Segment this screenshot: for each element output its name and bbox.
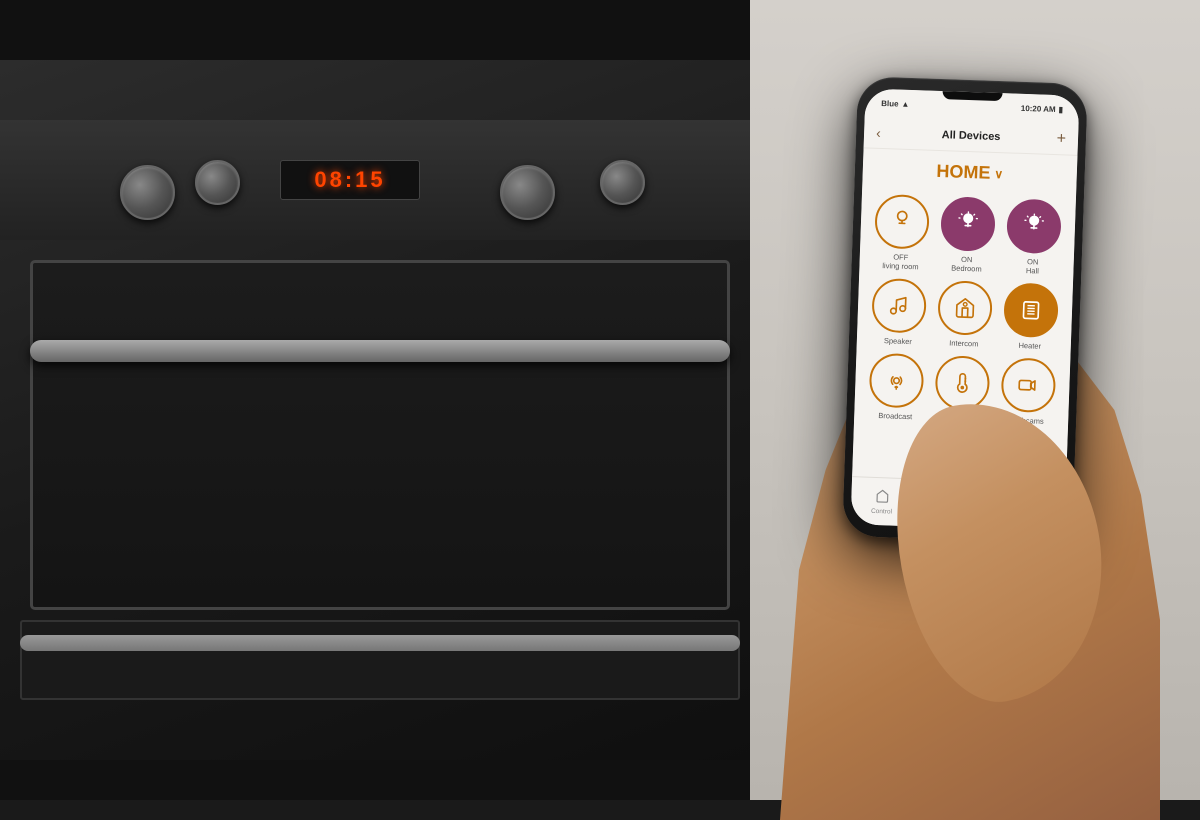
light-on-bedroom-icon [957, 210, 980, 239]
oven-drawer-handle [20, 635, 740, 651]
device-icon-heater [1003, 282, 1059, 338]
device-item-heater[interactable]: Heater [1001, 282, 1061, 351]
nav-item-control[interactable]: Control [871, 488, 893, 515]
oven-knob-3 [195, 160, 240, 205]
nav-label-control: Control [871, 507, 892, 515]
back-button[interactable]: ‹ [876, 124, 881, 140]
device-label-hall: ONHall [1026, 257, 1040, 275]
time-display: 10:20 AM [1021, 103, 1056, 113]
device-label-broadcast: Broadcast [878, 411, 912, 421]
device-icon-broadcast [869, 353, 925, 409]
device-item-broadcast[interactable]: Broadcast [866, 353, 927, 431]
device-label-bedroom: ONBedroom [951, 255, 982, 274]
device-item-light-bedroom[interactable]: ONBedroom [937, 196, 998, 274]
oven-door [30, 260, 730, 610]
oven-knob-2 [500, 165, 555, 220]
app-header-title: All Devices [942, 129, 1001, 143]
device-icon-speaker [871, 278, 927, 334]
light-on-hall-icon [1022, 212, 1045, 241]
oven-display: 08:15 [280, 160, 420, 200]
oven-knob-4 [600, 160, 645, 205]
device-item-speaker[interactable]: Speaker [869, 278, 929, 347]
device-label-living-room: OFFliving room [882, 252, 919, 271]
oven-door-handle [30, 340, 730, 362]
device-icon-intercom [937, 280, 993, 336]
status-bar-right: 10:20 AM ▮ [1021, 103, 1064, 113]
add-button[interactable]: + [1056, 130, 1066, 148]
oven-drawer [20, 620, 740, 700]
device-item-light-living-room[interactable]: OFFliving room [871, 194, 932, 272]
device-icon-thermostat [935, 355, 991, 411]
light-off-icon [891, 207, 914, 236]
home-chevron-icon: ∨ [994, 166, 1003, 180]
device-icon-bedroom [940, 196, 996, 252]
control-nav-icon [875, 488, 890, 505]
device-grid: OFFliving room [862, 194, 1068, 436]
oven: 08:15 [0, 60, 760, 760]
battery-icon: ▮ [1059, 105, 1064, 114]
device-icon-living-room [874, 194, 930, 250]
home-label: HOME [936, 161, 991, 184]
device-label-speaker: Speaker [884, 336, 912, 346]
device-item-intercom[interactable]: Intercom [935, 280, 995, 349]
oven-knob-1 [120, 165, 175, 220]
device-label-heater: Heater [1018, 341, 1041, 351]
device-label-intercom: Intercom [949, 338, 978, 348]
device-icon-webcams [1000, 357, 1056, 413]
wifi-icon: ▲ [901, 99, 909, 108]
device-icon-hall [1006, 198, 1062, 254]
device-item-light-hall[interactable]: ONHall [1003, 198, 1064, 276]
home-section-title[interactable]: HOME ∨ [870, 159, 1069, 187]
status-bar-left: Blue ▲ [881, 98, 910, 108]
carrier-label: Blue [881, 98, 899, 108]
